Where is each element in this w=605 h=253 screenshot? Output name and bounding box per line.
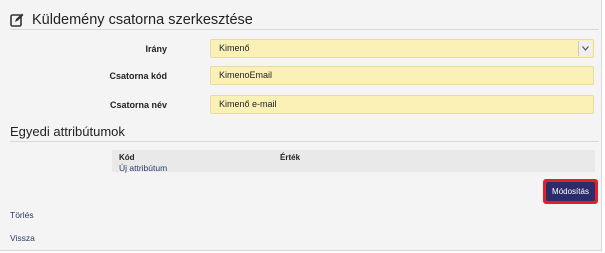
column-header-value: Érték: [280, 153, 301, 162]
chevron-down-icon[interactable]: [578, 41, 592, 56]
title-divider: [10, 29, 599, 30]
back-link[interactable]: Vissza: [10, 233, 35, 243]
page-title: Küldemény csatorna szerkesztése: [32, 12, 253, 28]
modify-button[interactable]: Módosítás: [543, 179, 598, 204]
add-attribute-link[interactable]: Új attribútum: [119, 163, 167, 173]
channel-code-input[interactable]: KimenoEmail: [210, 66, 594, 85]
direction-label: Irány: [145, 44, 167, 54]
channel-code-value: KimenoEmail: [219, 70, 273, 80]
channel-name-label: Csatorna név: [109, 100, 167, 110]
direction-select[interactable]: Kimenő: [210, 39, 594, 58]
edit-panel: Küldemény csatorna szerkesztése Irány Ki…: [0, 0, 602, 251]
column-header-code: Kód: [119, 153, 135, 162]
edit-icon: [10, 13, 24, 27]
attributes-table: Kód Érték: [112, 150, 595, 172]
direction-value: Kimenő: [219, 43, 250, 53]
attributes-title: Egyedi attribútumok: [10, 124, 125, 139]
channel-name-value: Kimenő e-mail: [219, 99, 277, 109]
page-header: Küldemény csatorna szerkesztése: [10, 10, 601, 30]
attributes-divider: [10, 141, 599, 142]
channel-code-label: Csatorna kód: [109, 71, 167, 81]
delete-link[interactable]: Törlés: [10, 210, 34, 220]
channel-name-input[interactable]: Kimenő e-mail: [210, 95, 594, 114]
modify-button-label: Módosítás: [546, 182, 595, 201]
